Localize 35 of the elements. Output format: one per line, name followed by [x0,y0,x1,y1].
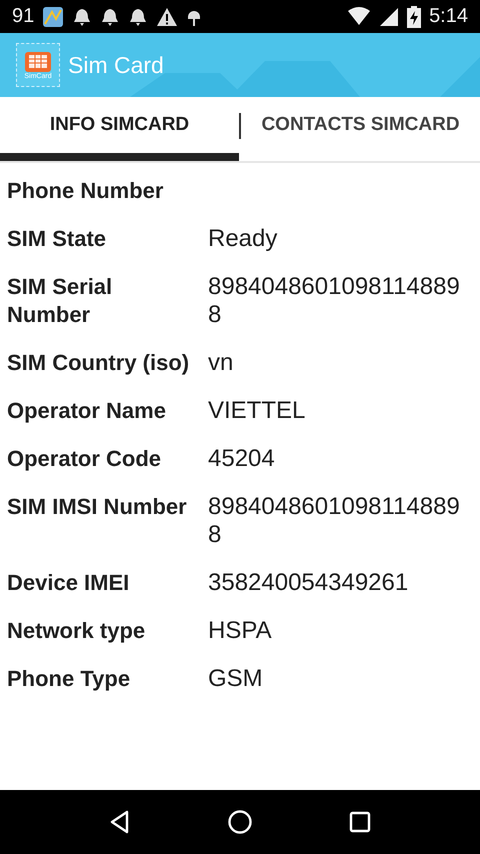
wifi-icon [347,6,372,26]
field-value: vn [208,349,234,377]
bell-icon [100,6,120,26]
bell-icon [72,6,92,26]
field-label: SIM Serial Number [7,273,114,329]
field-label: SIM IMSI Number [7,493,188,521]
field-label: Operator Name [7,397,167,425]
field-label: Device IMEI [7,569,130,597]
notification-count: 91 [12,5,34,28]
field-value: 358240054349261 [208,569,410,597]
field-value: 45204 [208,445,276,473]
field-label: Network type [7,617,146,645]
tab[interactable]: INFO SIMCARD [0,97,239,161]
sim-card-icon [24,50,52,72]
signal-icon [379,6,400,26]
recent-apps-icon[interactable] [347,809,373,835]
field-label: SIM Country (iso) [7,349,190,377]
field-label: Phone Type [7,665,132,693]
tab[interactable]: CONTACTS SIMCARD [241,97,480,161]
app-title: Sim Card [68,52,164,78]
bell-icon [128,6,148,26]
clock: 5:14 [429,5,468,28]
field-value: 89840486010981148898 [208,273,461,329]
battery-charging-icon [407,6,422,28]
field-label: SIM State [7,225,108,253]
map-app-icon [42,6,64,28]
field-value: HSPA [208,617,273,645]
home-icon[interactable] [227,809,253,835]
field-value: Ready [208,225,278,253]
field-label: Operator Code [7,445,162,473]
field-value: VIETTEL [208,397,306,425]
field-value: 89840486010981148898 [208,493,461,549]
field-label: Phone Number [7,177,164,205]
warning-icon [156,6,178,26]
field-value: GSM [208,665,264,693]
